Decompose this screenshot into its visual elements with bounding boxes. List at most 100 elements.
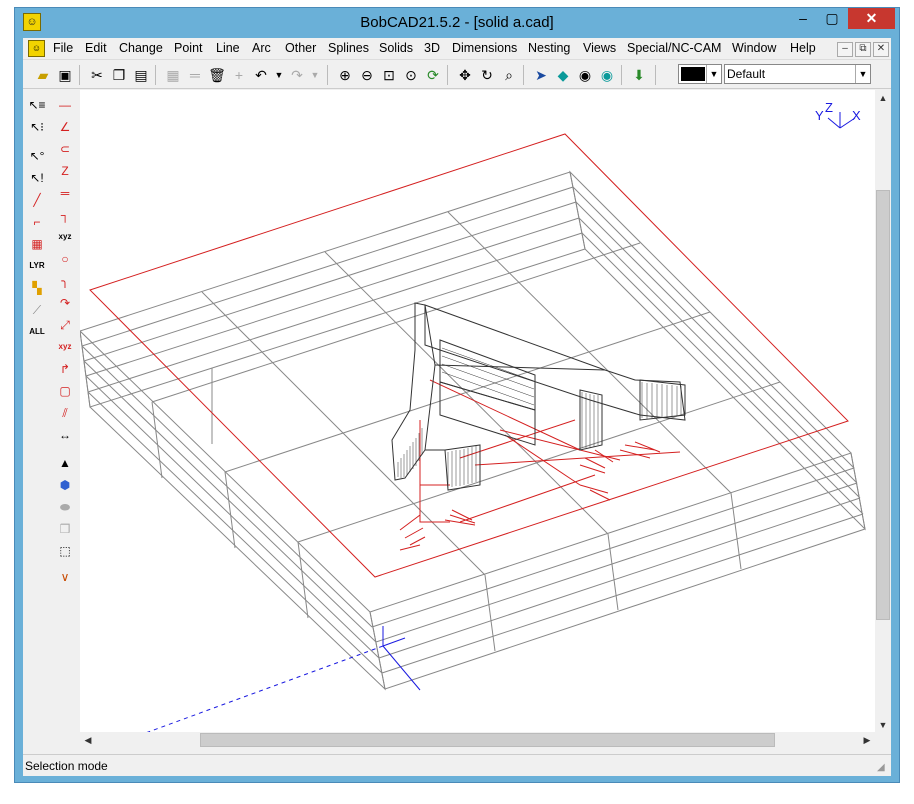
select-arrow-icon[interactable]: ➤ [531,65,551,85]
restore-button[interactable]: ▢ [818,8,846,29]
zoom-dynamic-icon[interactable]: ⌕ [499,65,519,85]
hook-arc-icon[interactable]: ↱ [55,359,75,379]
open-folder-icon[interactable]: ▰ [33,65,53,85]
angle-line-icon[interactable]: ∠ [55,117,75,137]
menu-bar: ☺ File Edit Change Point Line Arc Other … [23,38,891,60]
menu-file[interactable]: File [53,41,73,55]
select-filter-icon[interactable]: ↖⁝ [27,117,47,137]
delete-icon[interactable]: 🗑 [207,65,227,85]
cut-icon[interactable]: ✂ [87,65,107,85]
menu-edit[interactable]: Edit [85,41,107,55]
hide-eye-icon[interactable]: ◉ [597,65,617,85]
menu-solids[interactable]: Solids [379,41,413,55]
zigzag-icon[interactable]: Z [55,161,75,181]
menu-splines[interactable]: Splines [328,41,369,55]
menu-other[interactable]: Other [285,41,316,55]
menu-special-nc-cam[interactable]: Special/NC-CAM [627,41,721,55]
close-button[interactable]: ✕ [848,8,895,29]
arc-line-icon[interactable]: ⤢ [55,315,75,335]
menu-nesting[interactable]: Nesting [528,41,570,55]
solid-gray-icon[interactable]: ⬬ [55,497,75,517]
layer-tool-icon[interactable]: LYR [27,256,47,276]
color-palette-icon[interactable]: ▚ [27,278,47,298]
vertical-scroll-thumb[interactable] [876,190,890,620]
arc-tangent-icon[interactable]: ⊂ [55,139,75,159]
title-bar[interactable]: ☺ BobCAD21.5.2 - [solid a.cad] – ▢ ✕ [15,8,899,38]
horizontal-scrollbar[interactable]: ◀ ▶ [80,732,875,749]
zoom-in-icon[interactable]: ⊕ [335,65,355,85]
save-icon[interactable]: ▣ [55,65,75,85]
fillet-line-icon[interactable]: ┐ [55,205,75,225]
menu-views[interactable]: Views [583,41,616,55]
scroll-right-icon[interactable]: ▶ [859,732,875,748]
copy-icon[interactable]: ❐ [109,65,129,85]
undo-icon[interactable]: ↶ [251,65,271,85]
pan-icon[interactable]: ✥ [455,65,475,85]
menu-change[interactable]: Change [119,41,163,55]
minimize-button[interactable]: – [789,8,817,29]
chevron-down-icon[interactable]: ▼ [855,65,870,83]
menu-dimensions[interactable]: Dimensions [452,41,517,55]
grid-icon[interactable]: ▦ [27,234,47,254]
box-wire-icon[interactable]: ⬚ [55,541,75,561]
paste-icon[interactable]: ▤ [131,65,151,85]
arc-curve-icon[interactable]: ↷ [55,293,75,313]
menu-window[interactable]: Window [732,41,776,55]
application-window: ☺ BobCAD21.5.2 - [solid a.cad] – ▢ ✕ ☺ F… [14,7,900,783]
rounded-rect-icon[interactable]: ▢ [55,381,75,401]
menu-arc[interactable]: Arc [252,41,271,55]
horizontal-line-icon[interactable]: — [55,95,75,115]
view-eye-icon[interactable]: ◉ [575,65,595,85]
zoom-all-icon[interactable]: ⊙ [401,65,421,85]
step-line-icon[interactable]: ⌐ [27,212,47,232]
curve-icon[interactable]: ∨ [55,567,75,587]
resize-grip-icon[interactable]: ◢ [877,762,889,774]
wand-icon[interactable]: ⟋ [27,300,47,320]
mdi-close-button[interactable]: ✕ [873,42,889,57]
select-entity-icon[interactable]: ↖! [27,168,47,188]
color-select[interactable]: ▼ [678,64,722,84]
menu-3d[interactable]: 3D [424,41,440,55]
mdi-restore-button[interactable]: ⧉ [855,42,871,57]
chevron-down-icon[interactable]: ▼ [706,65,721,83]
menu-point[interactable]: Point [174,41,203,55]
redo-icon[interactable]: ↷ [287,65,307,85]
layer-select[interactable]: Default ▼ [724,64,871,84]
scroll-down-icon[interactable]: ▼ [875,717,891,733]
shapes-icon[interactable]: ▲ [55,453,75,473]
zoom-out-icon[interactable]: ⊖ [357,65,377,85]
scroll-up-icon[interactable]: ▲ [875,90,891,106]
mdi-minimize-button[interactable]: – [837,42,853,57]
rotate-icon[interactable]: ↻ [477,65,497,85]
undo-dropdown-icon[interactable]: ▼ [269,65,289,85]
redo-dropdown-icon[interactable]: ▼ [305,65,325,85]
scroll-left-icon[interactable]: ◀ [80,732,96,748]
corner-arc-icon[interactable]: ╮ [55,271,75,291]
zoom-window-icon[interactable]: ⊡ [379,65,399,85]
diamond-icon[interactable]: ◆ [553,65,573,85]
crosshair-icon[interactable]: + [229,65,249,85]
xyz-point-icon[interactable]: xyz [55,337,75,357]
select-point-icon[interactable]: ↖° [27,146,47,166]
dimension-icon[interactable]: ↔ [55,425,75,445]
parallel-line-icon[interactable]: ═ [55,183,75,203]
solid-blue-icon[interactable]: ⬢ [55,475,75,495]
document-icon[interactable]: ☺ [28,40,45,57]
offset-icon[interactable]: ⫽ [55,403,75,423]
line-tool-icon[interactable]: ╱ [27,190,47,210]
select-list-icon[interactable]: ↖≡ [27,95,47,115]
erase-icon[interactable]: ═ [185,65,205,85]
xyz-line-icon[interactable]: xyz [55,227,75,247]
calculator-icon[interactable]: ▦ [163,65,183,85]
cad-viewport[interactable]: Z Y X [80,90,875,732]
menu-help[interactable]: Help [790,41,816,55]
box-gray-icon[interactable]: ❒ [55,519,75,539]
menu-line[interactable]: Line [216,41,240,55]
vertical-scrollbar[interactable]: ▲ ▼ [875,90,891,733]
horizontal-scroll-thumb[interactable] [200,733,775,747]
refresh-icon[interactable]: ⟳ [423,65,443,85]
select-all-icon[interactable]: ALL [27,322,47,342]
drawing-canvas[interactable]: Z Y X [80,90,875,732]
post-processor-icon[interactable]: ⬇ [629,65,649,85]
circle-icon[interactable]: ○ [55,249,75,269]
